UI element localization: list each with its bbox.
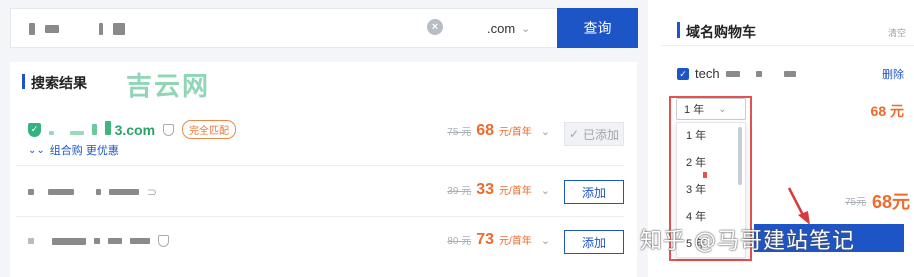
result-row: ⊃ 39 元 33 元/首年 ⌄ 添加 bbox=[16, 167, 624, 217]
domain-line: ✓ 3.com 完全匹配 bbox=[28, 120, 237, 139]
arrow-annotation-icon bbox=[787, 187, 810, 225]
blurred-text bbox=[108, 238, 122, 244]
add-button[interactable]: 添加 bbox=[564, 230, 624, 254]
results-panel: 搜索结果 吉云网 ✓ 3.com 完全匹配 ⌄⌄ 组合购 更优惠 75 元 68… bbox=[10, 62, 637, 277]
search-bar: × .com ⌄ 查询 bbox=[10, 8, 638, 48]
double-chevron-down-icon: ⌄⌄ bbox=[28, 144, 45, 156]
chevron-down-icon[interactable]: ⌄ bbox=[541, 125, 550, 138]
clear-cart-link[interactable]: 清空 bbox=[888, 26, 906, 39]
match-badge: 完全匹配 bbox=[182, 120, 237, 139]
total-price: 68元 bbox=[872, 192, 911, 212]
blurred-text bbox=[113, 23, 125, 35]
old-price: 75 元 bbox=[447, 127, 472, 138]
blurred-text bbox=[783, 70, 796, 77]
search-results-area: × .com ⌄ 查询 搜索结果 吉云网 ✓ 3.com 完全匹配 ⌄⌄ 组合购… bbox=[0, 0, 648, 277]
domain-name: 3.com bbox=[49, 121, 155, 138]
blurred-text bbox=[725, 70, 740, 77]
result-row: ✓ 3.com 完全匹配 ⌄⌄ 组合购 更优惠 75 元 68 元/首年 ⌄ ✓… bbox=[16, 110, 624, 166]
year-value: 1 年 bbox=[684, 104, 705, 116]
chevron-down-icon: ⌄ bbox=[718, 103, 727, 115]
item-checkbox[interactable]: ✓ bbox=[677, 67, 689, 80]
blurred-text bbox=[99, 23, 103, 35]
blurred-text bbox=[28, 238, 34, 244]
chevron-down-icon[interactable]: ⌄ bbox=[541, 234, 550, 247]
price-unit: 元/首年 bbox=[499, 186, 532, 197]
price-area: 80 元 73 元/首年 ⌄ bbox=[447, 231, 550, 249]
blurred-text bbox=[52, 237, 86, 245]
watermark: 知乎 @马哥建站笔记 bbox=[640, 229, 855, 254]
blurred-text bbox=[755, 70, 762, 77]
result-row: 80 元 73 元/首年 ⌄ 添加 bbox=[16, 217, 624, 267]
chevron-down-icon: ⌄ bbox=[521, 22, 531, 35]
price-area: 75 元 68 元/首年 ⌄ bbox=[447, 122, 550, 140]
cart-title: 域名购物车 bbox=[677, 22, 756, 42]
blurred-text bbox=[28, 189, 34, 195]
old-price: 80 元 bbox=[447, 236, 472, 247]
add-button[interactable]: 添加 bbox=[564, 180, 624, 204]
dropdown-scrollbar[interactable] bbox=[738, 127, 742, 185]
tld-select[interactable]: .com ⌄ bbox=[487, 18, 530, 38]
delete-link[interactable]: 删除 bbox=[882, 66, 904, 82]
blurred-text bbox=[45, 25, 59, 33]
blurred-text bbox=[29, 23, 35, 35]
combo-link[interactable]: ⌄⌄ 组合购 更优惠 bbox=[28, 142, 119, 158]
shield-icon bbox=[163, 123, 175, 136]
price-unit: 元/首年 bbox=[499, 127, 532, 138]
results-title: 搜索结果 bbox=[22, 73, 87, 93]
blurred-text bbox=[96, 189, 101, 195]
combo-label: 组合购 更优惠 bbox=[49, 145, 119, 157]
blurred-text bbox=[94, 238, 100, 244]
tld-value: .com bbox=[487, 20, 516, 36]
shield-icon bbox=[158, 235, 169, 247]
domain-line: ⊃ bbox=[28, 185, 157, 199]
year-option[interactable]: 1 年 bbox=[677, 123, 745, 150]
close-circle-icon[interactable]: × bbox=[427, 19, 443, 35]
cart-item: ✓ tech bbox=[677, 66, 907, 81]
year-option[interactable]: 3 年 bbox=[677, 177, 745, 204]
price-unit: 元/首年 bbox=[499, 236, 532, 247]
blurred-text bbox=[130, 238, 150, 244]
year-select[interactable]: 1 年 ⌄ bbox=[676, 98, 746, 120]
blurred-text bbox=[109, 189, 139, 195]
total-old-price: 75元 bbox=[845, 197, 867, 208]
cart-domain: tech bbox=[695, 66, 720, 81]
year-option[interactable]: 2 年 bbox=[677, 150, 745, 177]
chevron-down-icon[interactable]: ⌄ bbox=[541, 184, 550, 197]
price-area: 39 元 33 元/首年 ⌄ bbox=[447, 181, 550, 199]
query-button[interactable]: 查询 bbox=[557, 8, 638, 48]
old-price: 39 元 bbox=[447, 186, 472, 197]
search-input[interactable] bbox=[29, 20, 409, 38]
brand-logo: 吉云网 bbox=[126, 72, 211, 102]
blurred-text bbox=[48, 189, 74, 195]
cart-header: 域名购物车 清空 bbox=[661, 0, 914, 46]
added-button[interactable]: ✓ 已添加 bbox=[564, 122, 624, 146]
shield-check-icon: ✓ bbox=[28, 122, 41, 137]
cursor-marker bbox=[703, 172, 707, 178]
cart-item-price: 68 元 bbox=[870, 103, 904, 119]
domain-line bbox=[28, 235, 169, 247]
price-value: 33 bbox=[476, 181, 494, 198]
price-value: 68 bbox=[476, 122, 494, 139]
shield-icon: ⊃ bbox=[147, 185, 158, 199]
check-icon: ✓ bbox=[568, 127, 580, 141]
price-value: 73 bbox=[476, 231, 494, 248]
